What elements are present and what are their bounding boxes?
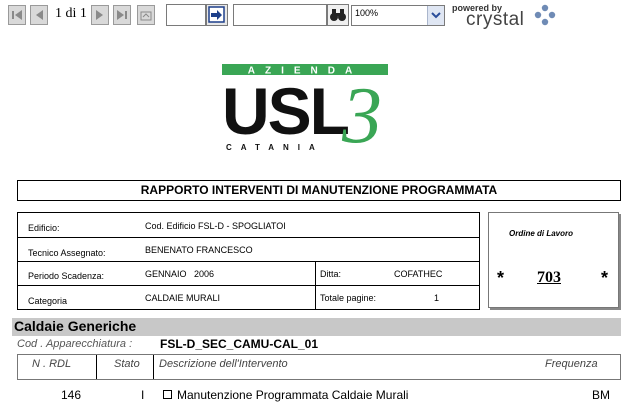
work-order-number: 703 [537, 269, 561, 286]
equipment-code-label: Cod . Apparecchiatura : [17, 338, 133, 350]
column-header-frequenza: Frequenza [545, 358, 598, 370]
row-frequenza: BM [592, 388, 610, 402]
crystal-text: crystal [466, 9, 525, 30]
first-page-icon [12, 10, 22, 20]
row-descrizione: Manutenzione Programmata Caldaie Murali [177, 388, 409, 402]
prev-page-button[interactable] [30, 5, 48, 25]
checkbox-icon [163, 390, 172, 399]
section-title: Caldaie Generiche [14, 318, 137, 334]
row-descrizione-cell: Manutenzione Programmata Caldaie Murali [163, 388, 408, 402]
edificio-label: Edificio: [28, 223, 60, 233]
row-stato: I [141, 388, 145, 402]
periodo-value: GENNAIO 2006 [145, 269, 215, 279]
work-order-box: Ordine di Lavoro * 703 * [488, 212, 619, 308]
column-header-rdl: N . RDL [32, 358, 72, 370]
zoom-select[interactable]: 100% [351, 5, 445, 26]
binoculars-icon [330, 9, 346, 21]
first-page-button[interactable] [8, 5, 26, 25]
go-to-page-button[interactable] [206, 4, 228, 26]
categoria-label: Categoria [28, 296, 68, 306]
equipment-code-value: FSL-D_SEC_CAMU-CAL_01 [160, 337, 319, 351]
zoom-value: 100% [355, 8, 379, 18]
column-header-descrizione: Descrizione dell'Intervento [159, 358, 288, 370]
info-divider [18, 261, 479, 262]
column-divider [153, 355, 154, 379]
chevron-down-icon [431, 12, 441, 19]
crystal-logo-icon [534, 4, 556, 26]
logo-usl-text: USL [222, 74, 349, 148]
info-divider [18, 237, 479, 238]
zoom-dropdown-button[interactable] [427, 6, 444, 25]
section-header: Caldaie Generiche [12, 318, 621, 336]
report-title: RAPPORTO INTERVENTI DI MANUTENZIONE PROG… [17, 180, 621, 201]
pagine-label: Totale pagine: [320, 293, 377, 303]
info-column-divider [315, 261, 316, 309]
pagine-value: 1 [434, 293, 440, 303]
prev-page-icon [36, 10, 43, 20]
column-header-stato: Stato [114, 358, 140, 370]
star-marker: * [601, 268, 609, 288]
close-page-icon [140, 11, 152, 21]
table-header: N . RDL Stato Descrizione dell'Intervent… [17, 354, 621, 380]
page-number-input[interactable] [166, 4, 206, 26]
info-box: Edificio: Cod. Edificio FSL-D - SPOGLIAT… [17, 212, 480, 310]
periodo-label: Periodo Scadenza: [28, 271, 105, 281]
edificio-value: Cod. Edificio FSL-D - SPOGLIATOI [145, 221, 286, 231]
crystal-brand: powered by crystal [452, 3, 562, 30]
info-divider [18, 285, 479, 286]
tecnico-value: BENENATO FRANCESCO [145, 245, 253, 255]
ditta-value: COFATHEC [394, 269, 443, 279]
last-page-button[interactable] [113, 5, 131, 25]
report-toolbar: 1 di 1 100% powered by crystal [0, 0, 633, 32]
star-marker: * [497, 268, 505, 288]
close-page-button[interactable] [137, 5, 155, 25]
go-to-page-icon [208, 6, 225, 23]
column-divider [96, 355, 97, 379]
page-indicator: 1 di 1 [55, 6, 87, 21]
work-order-label: Ordine di Lavoro [509, 229, 574, 238]
logo-catania-text: CATANIA [226, 143, 324, 152]
logo-numeral: 3 [341, 72, 382, 152]
search-button[interactable] [327, 4, 349, 26]
usl3-logo: AZIENDA USL 3 CATANIA [222, 64, 388, 160]
next-page-button[interactable] [91, 5, 109, 25]
next-page-icon [96, 10, 103, 20]
last-page-icon [117, 10, 127, 20]
ditta-label: Ditta: [320, 269, 342, 279]
tecnico-label: Tecnico Assegnato: [28, 248, 106, 258]
row-rdl: 146 [61, 388, 82, 402]
search-input[interactable] [233, 4, 327, 26]
categoria-value: CALDAIE MURALI [145, 293, 221, 303]
